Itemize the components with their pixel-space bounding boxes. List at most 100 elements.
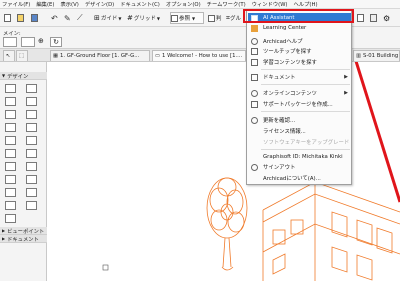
reference-button[interactable]: 参照 ▼ <box>170 12 204 24</box>
signout-icon <box>251 163 258 171</box>
menu-item-document[interactable]: ドキュメント ▶ <box>248 72 351 82</box>
document-section-header[interactable]: ▶ ドキュメント <box>0 235 47 243</box>
undo-icon[interactable]: ↶ <box>50 12 60 24</box>
learning-icon <box>251 24 258 32</box>
geometry-selector[interactable] <box>21 37 35 47</box>
pick-icon[interactable]: ✎ <box>63 12 73 24</box>
settings-icon[interactable]: ⚙ <box>382 12 392 24</box>
chevron-down-icon: ▼ <box>192 15 196 21</box>
menu-item-find-learning[interactable]: 学習コンテンツを探す <box>248 57 351 67</box>
menu-item-check-update[interactable]: 更新を確認... <box>248 115 351 125</box>
arrow-tool-icon[interactable]: ↖ <box>3 50 15 61</box>
slab-tool-icon[interactable] <box>5 123 16 132</box>
menu-item-support-package[interactable]: サポートパッケージを作成... <box>248 99 351 109</box>
save-icon[interactable] <box>30 12 40 24</box>
menu-bar: ファイル(F) 編集(E) 表示(V) デザイン(D) ドキュメント(C) オプ… <box>0 0 400 9</box>
menu-document[interactable]: ドキュメント(C) <box>120 0 160 8</box>
menu-separator <box>261 69 350 70</box>
menu-view[interactable]: 表示(V) <box>60 0 78 8</box>
beam-2-tool-icon[interactable] <box>5 201 16 210</box>
curtain-wall-tool-icon[interactable] <box>26 136 37 145</box>
menu-window[interactable]: ウィンドウ(W) <box>252 0 288 8</box>
grid-label: グリッド <box>133 16 156 22</box>
wall-tool-icon[interactable] <box>5 84 16 93</box>
tab-welcome[interactable]: ▭ 1 Welcome! - How to use [1.... <box>152 50 246 61</box>
chevron-down-icon: ▼ <box>156 15 160 21</box>
support-icon <box>251 100 258 108</box>
zone-tool-icon[interactable] <box>5 175 16 184</box>
tooltip-icon <box>251 47 258 55</box>
document-section-label: ドキュメント <box>7 236 39 243</box>
opening-tool-icon[interactable] <box>26 188 37 197</box>
online-icon <box>251 89 258 97</box>
menu-item-license-info[interactable]: ライセンス情報... <box>248 126 351 136</box>
frame-tool-icon[interactable] <box>5 214 16 223</box>
chevron-right-icon: ▶ <box>344 74 348 80</box>
rotate-icon[interactable]: ↻ <box>50 37 62 47</box>
menu-design[interactable]: デザイン(D) <box>85 0 114 8</box>
origin-marker <box>102 264 109 271</box>
section-icon: ▥ <box>356 53 362 59</box>
group-button[interactable]: ⌗ グル <box>225 12 243 24</box>
tab-label: 1. GF-Ground Floor [1. GF-G... <box>60 53 140 59</box>
layer-icon[interactable] <box>356 12 366 24</box>
menu-item-label: オンラインコンテンツ <box>263 91 317 97</box>
document-icon <box>251 73 258 81</box>
design-section-label: デザイン <box>7 73 29 80</box>
ruler-icon[interactable] <box>369 12 379 24</box>
element-selector[interactable] <box>3 37 17 47</box>
stair-tool-icon[interactable] <box>26 123 37 132</box>
roof-tool-icon[interactable] <box>26 110 37 119</box>
menu-item-label: 学習コンテンツを探す <box>263 60 317 66</box>
reference-icon <box>171 14 178 22</box>
menu-item-label: ドキュメント <box>263 75 296 81</box>
callout-arrow <box>354 62 400 203</box>
menu-item-find-tooltip[interactable]: ツールチップを探す <box>248 46 351 56</box>
help-icon <box>251 37 258 45</box>
guide-button[interactable]: ⊞ ガイド ▼ <box>93 12 123 24</box>
panel-tool-icon[interactable] <box>26 201 37 210</box>
grid-button[interactable]: # グリッド ▼ <box>126 12 165 24</box>
magic-wand-icon[interactable]: ⟋ <box>76 12 86 24</box>
menu-item-archicad-help[interactable]: Archicadヘルプ <box>248 36 351 46</box>
target-icon[interactable]: ⊕ <box>38 37 48 47</box>
sheet-label: 判 <box>216 16 222 22</box>
menu-item-label: Archicadについて(A)... <box>263 176 321 182</box>
menu-file[interactable]: ファイル(F) <box>2 0 30 8</box>
open-folder-icon[interactable] <box>16 12 26 24</box>
menu-help[interactable]: ヘルプ(H) <box>294 0 318 8</box>
chevron-right-icon: ▶ <box>344 90 348 96</box>
menu-item-label: Learning Center <box>263 25 307 31</box>
tab-ground-floor[interactable]: ▦ 1. GF-Ground Floor [1. GF-G... <box>50 50 150 61</box>
license-icon <box>251 128 258 135</box>
menu-item-sign-out[interactable]: サインアウト <box>248 162 351 172</box>
menu-item-about-archicad[interactable]: Archicadについて(A)... <box>248 173 351 183</box>
sheet-button[interactable]: 判 <box>207 12 223 24</box>
menu-item-online-content[interactable]: オンラインコンテンツ ▶ <box>248 88 351 98</box>
building-model <box>262 181 400 281</box>
menu-item-label: サインアウト <box>263 165 296 171</box>
tab-building[interactable]: ▥ S-01 Building <box>353 50 400 61</box>
beam-tool-icon[interactable] <box>5 97 16 106</box>
door-tool-icon[interactable] <box>5 110 16 119</box>
object-tool-icon[interactable] <box>5 162 16 171</box>
mesh-tool-icon[interactable] <box>26 175 37 184</box>
morph-tool-icon[interactable] <box>26 149 37 158</box>
chevron-down-icon: ▼ <box>118 15 122 21</box>
sheet-icon <box>208 14 215 22</box>
marquee-tool-icon[interactable]: ⬚ <box>16 50 28 61</box>
menu-item-learning-center[interactable]: Learning Center <box>248 23 351 33</box>
content-icon <box>251 58 258 66</box>
tab-label: S-01 Building <box>363 53 399 59</box>
column-tool-icon[interactable] <box>26 84 37 93</box>
skylight-tool-icon[interactable] <box>5 188 16 197</box>
window-tool-icon[interactable] <box>26 97 37 106</box>
design-section-header[interactable]: ▼ デザイン <box>0 72 47 80</box>
new-file-icon[interactable] <box>3 12 13 24</box>
shell-tool-icon[interactable] <box>5 149 16 158</box>
menu-teamwork[interactable]: チームワーク(T) <box>207 0 246 8</box>
menu-options[interactable]: オプション(O) <box>166 0 201 8</box>
lamp-tool-icon[interactable] <box>26 162 37 171</box>
railing-tool-icon[interactable] <box>5 136 16 145</box>
menu-edit[interactable]: 編集(E) <box>36 0 54 8</box>
